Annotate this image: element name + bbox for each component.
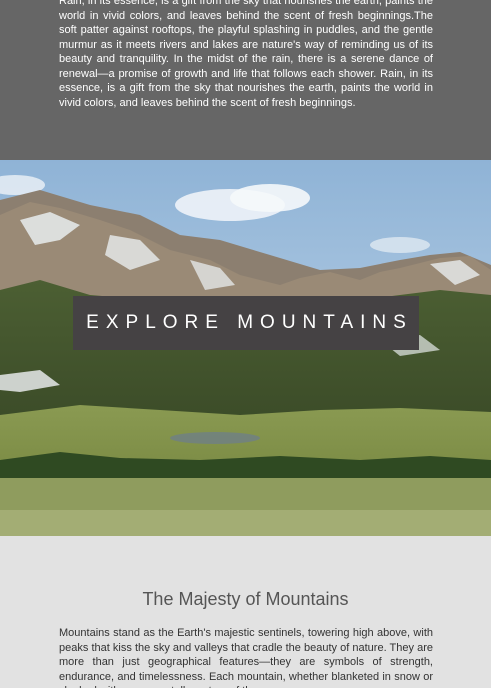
- section-title: The Majesty of Mountains: [142, 589, 349, 609]
- hero-banner: EXPLORE MOUNTAINS: [73, 296, 419, 350]
- intro-section: Rain, in its essence, is a gift from the…: [0, 0, 491, 160]
- section-paragraph: Mountains stand as the Earth's majestic …: [59, 627, 433, 688]
- hero-banner-text: EXPLORE MOUNTAINS: [86, 312, 413, 333]
- hero-section: EXPLORE MOUNTAINS: [0, 160, 491, 536]
- intro-paragraph: Rain, in its essence, is a gift from the…: [59, 0, 433, 109]
- mountains-section: The Majesty of Mountains Mountains stand…: [0, 536, 491, 688]
